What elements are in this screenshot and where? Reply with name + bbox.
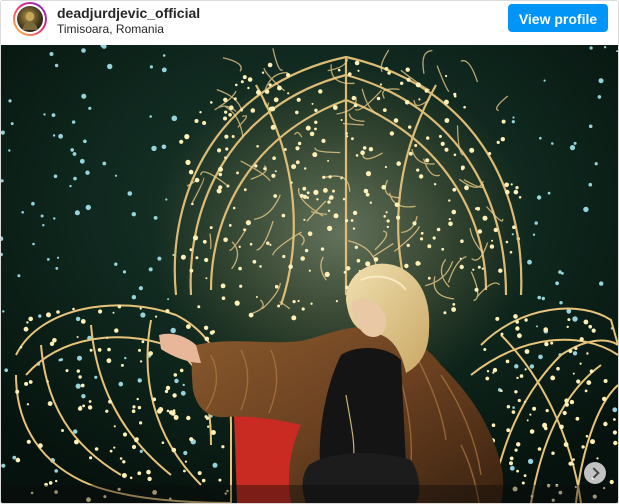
post-photo[interactable] — [1, 45, 618, 503]
avatar-image — [17, 6, 43, 32]
post-header: deadjurdjevic_official Timisoara, Romani… — [1, 1, 618, 41]
christmas-lights-photo — [1, 45, 618, 503]
next-photo-button[interactable] — [584, 462, 606, 484]
view-profile-button[interactable]: View profile — [508, 4, 608, 32]
avatar[interactable] — [13, 2, 47, 36]
location-link[interactable]: Timisoara, Romania — [57, 22, 164, 36]
avatar-frame — [15, 4, 45, 34]
instagram-embed: deadjurdjevic_official Timisoara, Romani… — [0, 0, 619, 504]
username-link[interactable]: deadjurdjevic_official — [57, 5, 200, 21]
